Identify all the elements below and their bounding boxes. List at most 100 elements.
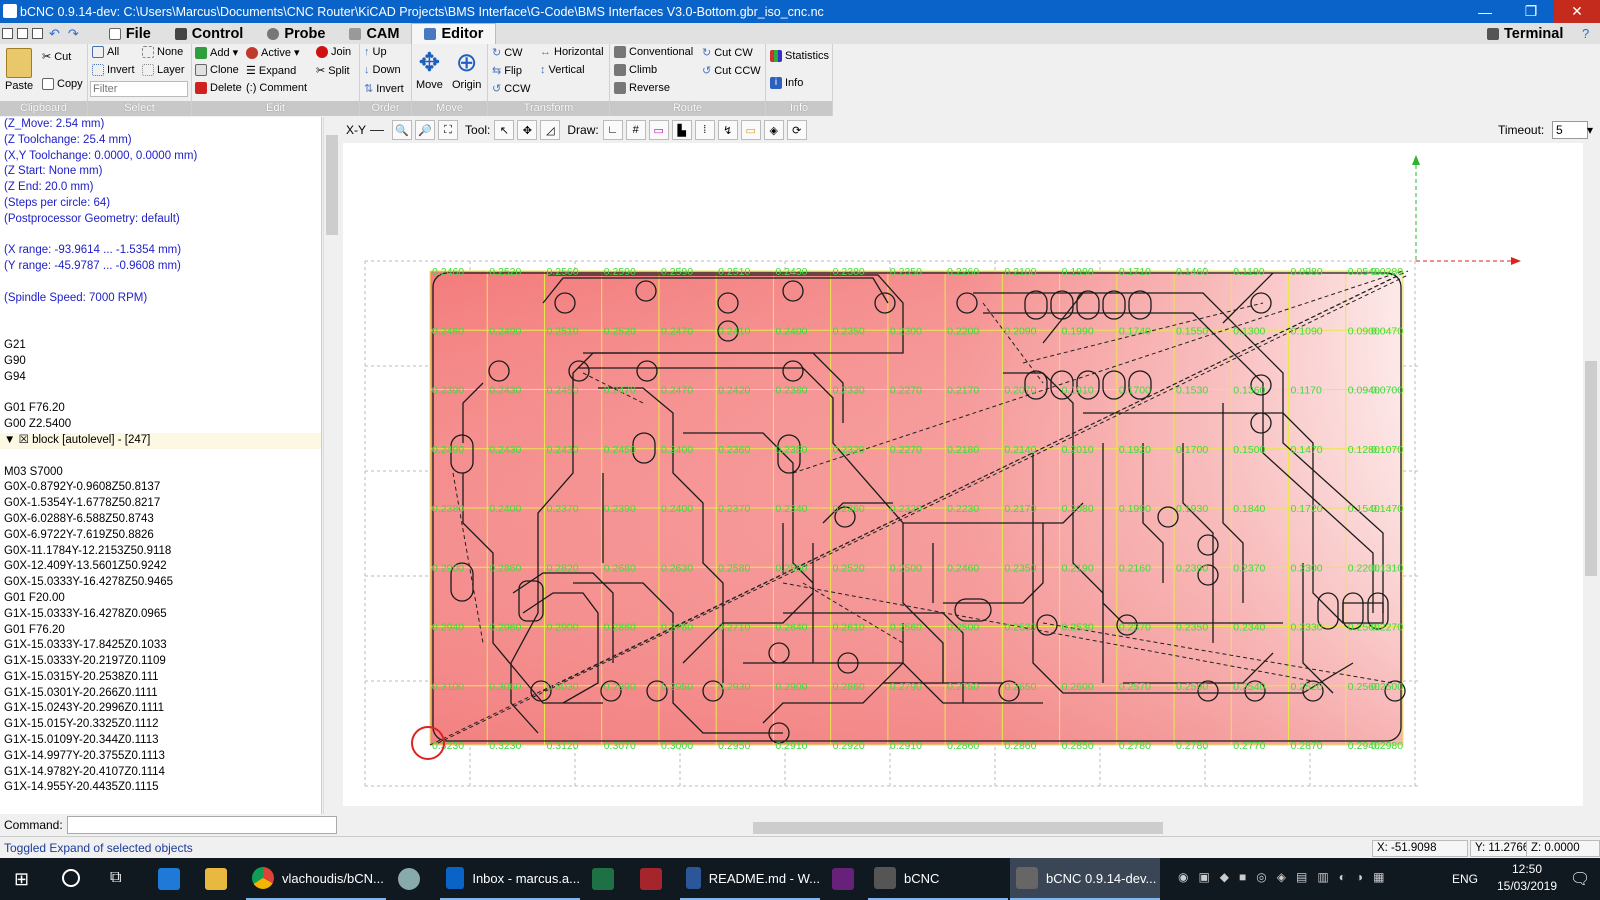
- axes-icon[interactable]: ∟: [602, 120, 623, 140]
- tab-cam[interactable]: CAM: [337, 23, 411, 44]
- move-button[interactable]: ✥ Move: [416, 48, 443, 91]
- gcode-line[interactable]: G0X-6.0288Y-6.588Z50.8743: [0, 512, 321, 528]
- tab-editor[interactable]: Editor: [411, 23, 497, 44]
- gcode-line[interactable]: (X range: -93.9614 ... -1.5354 mm): [0, 243, 321, 259]
- undo-icon[interactable]: ↶: [49, 26, 60, 42]
- zoom-in-icon[interactable]: 🔍: [392, 120, 413, 140]
- folder-icon[interactable]: [205, 868, 227, 890]
- gcode-line[interactable]: G00 Z2.5400: [0, 417, 321, 433]
- margins-icon[interactable]: ▭: [648, 120, 669, 140]
- taskbar-item-bcnc-dev[interactable]: bCNC 0.9.14-dev...: [1010, 858, 1160, 900]
- climb-button[interactable]: Climb: [614, 64, 657, 76]
- grid-icon[interactable]: #: [625, 120, 646, 140]
- save-icon[interactable]: [32, 28, 43, 39]
- add-button[interactable]: Add ▾: [195, 46, 238, 59]
- rapid-icon[interactable]: ↯: [717, 120, 738, 140]
- gcode-scrollbar[interactable]: [323, 117, 340, 814]
- invert-order-button[interactable]: ⇅ Invert: [364, 82, 404, 96]
- workarea-icon[interactable]: ▭: [740, 120, 761, 140]
- horizontal-button[interactable]: ↔ Horizontal: [540, 46, 604, 58]
- command-input[interactable]: [66, 816, 337, 834]
- gcode-line[interactable]: G1X-15.0333Y-17.8425Z0.1033: [0, 638, 321, 654]
- gcode-line[interactable]: G0X-1.5354Y-1.6778Z50.8217: [0, 496, 321, 512]
- redraw-icon[interactable]: ⟳: [786, 120, 807, 140]
- gcode-line[interactable]: [0, 386, 321, 402]
- gcode-line[interactable]: [0, 307, 321, 323]
- paths-icon[interactable]: ⁞: [694, 120, 715, 140]
- select-tool-icon[interactable]: ↖: [494, 120, 515, 140]
- scroll-thumb[interactable]: [326, 135, 338, 235]
- up-button[interactable]: ↑ Up: [364, 46, 387, 58]
- excel-icon[interactable]: [592, 868, 614, 890]
- drawing-canvas[interactable]: 0.2460 0.2520 0.2560 0.2590 0.2590 0.2510 0.24…: [343, 143, 1583, 806]
- gcode-line[interactable]: G21: [0, 338, 321, 354]
- gcode-line[interactable]: (Y range: -45.9787 ... -0.9608 mm): [0, 259, 321, 275]
- gcode-line[interactable]: G01 F76.20: [0, 623, 321, 639]
- gcode-line[interactable]: G1X-15.0315Y-20.2538Z0.111: [0, 670, 321, 686]
- statistics-button[interactable]: Statistics: [770, 50, 829, 62]
- notifications-icon[interactable]: 🗨: [1570, 869, 1590, 889]
- taskbar-item-word[interactable]: README.md - W...: [680, 858, 820, 900]
- clone-button[interactable]: Clone: [195, 64, 239, 76]
- gcode-line[interactable]: G0X-11.1784Y-12.2153Z50.9118: [0, 544, 321, 560]
- redo-icon[interactable]: ↷: [68, 26, 79, 42]
- gcode-line[interactable]: G1X-15.0109Y-20.344Z0.1113: [0, 733, 321, 749]
- gcode-line[interactable]: G1X-14.9782Y-20.4107Z0.1114: [0, 765, 321, 781]
- access-icon[interactable]: [640, 868, 662, 890]
- probe-draw-icon[interactable]: ▙: [671, 120, 692, 140]
- search-icon[interactable]: [62, 869, 80, 887]
- vertical-button[interactable]: ↕ Vertical: [540, 64, 585, 76]
- zoom-fit-icon[interactable]: ⛶: [438, 120, 459, 140]
- windows-start-icon[interactable]: ⊞: [14, 869, 29, 890]
- new-file-icon[interactable]: [2, 28, 13, 39]
- timeout-dropdown-icon[interactable]: ▾: [1587, 123, 1593, 137]
- gcode-line[interactable]: [0, 322, 321, 338]
- minimize-button[interactable]: —: [1462, 0, 1508, 23]
- view-select[interactable]: X-Y: [346, 123, 366, 137]
- gcode-block-header[interactable]: ▼ ☒ block [autolevel] - [247]: [0, 432, 321, 449]
- gcode-line[interactable]: G90: [0, 354, 321, 370]
- system-tray-icons[interactable]: ◉▣◆■◎◈▤▥◐◑▦: [1178, 870, 1395, 884]
- gcode-line[interactable]: (Spindle Speed: 7000 RPM): [0, 291, 321, 307]
- pan-tool-icon[interactable]: ✥: [517, 120, 538, 140]
- maximize-button[interactable]: ❐: [1508, 0, 1554, 23]
- reverse-button[interactable]: Reverse: [614, 82, 670, 94]
- cut-button[interactable]: ✂ Cut: [42, 50, 71, 64]
- clock[interactable]: 12:50 15/03/2019: [1492, 861, 1562, 895]
- tab-file[interactable]: File: [97, 23, 163, 44]
- select-all-button[interactable]: All: [92, 46, 119, 58]
- close-button[interactable]: ✕: [1554, 0, 1600, 23]
- gcode-line[interactable]: (Z_Move: 2.54 mm): [0, 117, 321, 133]
- cw-button[interactable]: ↻ CW: [492, 46, 523, 60]
- zoom-out-icon[interactable]: 🔎: [415, 120, 436, 140]
- gcode-line[interactable]: G0X-15.0333Y-16.4278Z50.9465: [0, 575, 321, 591]
- select-layer-button[interactable]: Layer: [142, 64, 185, 76]
- origin-button[interactable]: ⊕ Origin: [452, 48, 481, 91]
- tab-probe[interactable]: Probe: [255, 23, 337, 44]
- timeout-spinbox[interactable]: 5: [1552, 121, 1588, 139]
- taskbar-item-bcnc[interactable]: bCNC: [868, 858, 1008, 900]
- autolevel-view[interactable]: 0.2460 0.2520 0.2560 0.2590 0.2590 0.2510 0.24…: [343, 143, 1583, 806]
- cut-ccw-button[interactable]: ↺ Cut CCW: [702, 64, 761, 78]
- gcode-line[interactable]: (Z Toolchange: 25.4 mm): [0, 133, 321, 149]
- info-button[interactable]: i Info: [770, 77, 803, 89]
- gcode-line[interactable]: G01 F76.20: [0, 401, 321, 417]
- conventional-button[interactable]: Conventional: [614, 46, 693, 58]
- split-button[interactable]: ✂ Split: [316, 64, 350, 78]
- canvas-v-thumb[interactable]: [1585, 361, 1597, 576]
- down-button[interactable]: ↓ Down: [364, 64, 401, 76]
- canvas-vertical-scrollbar[interactable]: [1583, 143, 1600, 806]
- gcode-line[interactable]: G1X-15.0243Y-20.2996Z0.1111: [0, 701, 321, 717]
- camera-icon[interactable]: ◈: [763, 120, 784, 140]
- task-view-icon[interactable]: ⧉: [110, 869, 121, 887]
- canvas-horizontal-scrollbar[interactable]: [343, 820, 1583, 836]
- gcode-line[interactable]: (Steps per circle: 64): [0, 196, 321, 212]
- gcode-line[interactable]: (X,Y Toolchange: 0.0000, 0.0000 mm): [0, 149, 321, 165]
- cut-cw-button[interactable]: ↻ Cut CW: [702, 46, 753, 60]
- select-none-button[interactable]: None: [142, 46, 183, 58]
- canvas-h-thumb[interactable]: [753, 822, 1163, 834]
- gcode-line[interactable]: G1X-14.955Y-20.4435Z0.1115: [0, 780, 321, 796]
- gcode-line[interactable]: G1X-15.0333Y-16.4278Z0.0965: [0, 607, 321, 623]
- active-button[interactable]: Active ▾: [246, 46, 300, 59]
- join-button[interactable]: Join: [316, 46, 351, 58]
